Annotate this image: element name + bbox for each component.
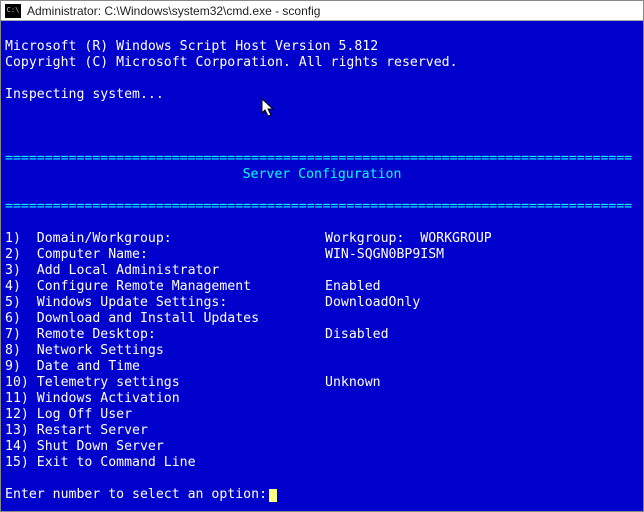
menu-label: 2) Computer Name: [5,247,325,263]
menu-value: DownloadOnly [325,295,639,311]
section-title: Server Configuration [5,167,639,183]
mouse-pointer-icon [262,99,278,119]
menu-value [325,343,639,359]
menu-label: 15) Exit to Command Line [5,455,325,471]
menu-label: 8) Network Settings [5,343,325,359]
menu-item: 9) Date and Time [5,359,639,375]
menu-label: 12) Log Off User [5,407,325,423]
header-line2: Copyright (C) Microsoft Corporation. All… [5,55,458,70]
header-line1: Microsoft (R) Windows Script Host Versio… [5,39,378,54]
menu-value [325,455,639,471]
menu-value: Unknown [325,375,639,391]
menu-label: 10) Telemetry settings [5,375,325,391]
menu-item: 15) Exit to Command Line [5,455,639,471]
menu-value: Enabled [325,279,639,295]
menu-label: 1) Domain/Workgroup: [5,231,325,247]
menu-value [325,311,639,327]
menu-label: 3) Add Local Administrator [5,263,325,279]
menu-label: 5) Windows Update Settings: [5,295,325,311]
menu-value [325,359,639,375]
menu-value [325,391,639,407]
menu-label: 4) Configure Remote Management [5,279,325,295]
menu-label: 9) Date and Time [5,359,325,375]
menu-value: WIN-SQGN0BP9ISM [325,247,639,263]
menu-item: 8) Network Settings [5,343,639,359]
menu-value [325,423,639,439]
menu-value [325,263,639,279]
menu-label: 7) Remote Desktop: [5,327,325,343]
inspecting-line: Inspecting system... [5,87,164,102]
menu-value [325,407,639,423]
menu-item: 11) Windows Activation [5,391,639,407]
menu-item: 4) Configure Remote ManagementEnabled [5,279,639,295]
divider-top: ========================================… [5,151,632,166]
cmd-icon [5,4,21,18]
cmd-window: Administrator: C:\Windows\system32\cmd.e… [0,0,644,512]
menu-label: 6) Download and Install Updates [5,311,325,327]
window-titlebar[interactable]: Administrator: C:\Windows\system32\cmd.e… [1,1,643,21]
menu-item: 7) Remote Desktop:Disabled [5,327,639,343]
text-cursor [269,489,277,502]
menu-label: 14) Shut Down Server [5,439,325,455]
menu-item: 14) Shut Down Server [5,439,639,455]
divider-bottom: ========================================… [5,199,632,214]
menu-list: 1) Domain/Workgroup:Workgroup: WORKGROUP… [5,231,639,471]
menu-label: 13) Restart Server [5,423,325,439]
menu-value [325,439,639,455]
menu-item: 1) Domain/Workgroup:Workgroup: WORKGROUP [5,231,639,247]
menu-item: 2) Computer Name:WIN-SQGN0BP9ISM [5,247,639,263]
menu-value: Workgroup: WORKGROUP [325,231,639,247]
menu-item: 13) Restart Server [5,423,639,439]
menu-item: 5) Windows Update Settings:DownloadOnly [5,295,639,311]
menu-value: Disabled [325,327,639,343]
menu-item: 12) Log Off User [5,407,639,423]
menu-item: 10) Telemetry settingsUnknown [5,375,639,391]
console-area[interactable]: Microsoft (R) Windows Script Host Versio… [1,21,643,511]
menu-label: 11) Windows Activation [5,391,325,407]
window-title: Administrator: C:\Windows\system32\cmd.e… [27,4,320,18]
menu-item: 6) Download and Install Updates [5,311,639,327]
prompt-line[interactable]: Enter number to select an option: [5,487,277,502]
menu-item: 3) Add Local Administrator [5,263,639,279]
